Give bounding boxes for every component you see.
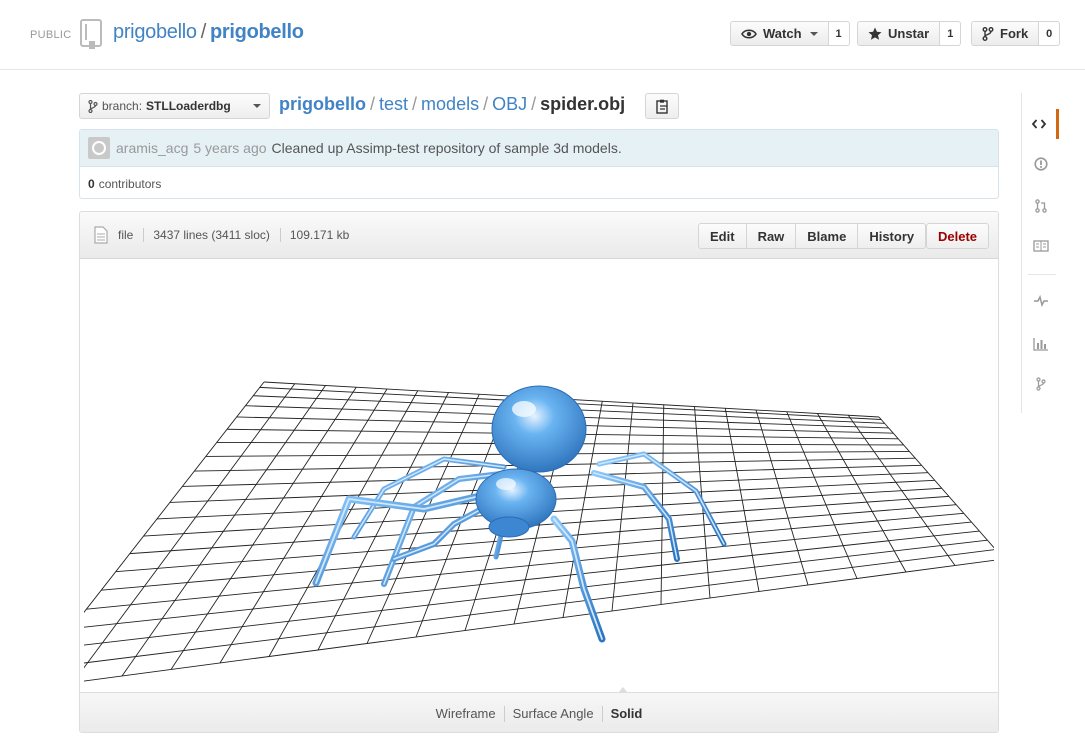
contributors-row: 0 contributors — [80, 167, 998, 200]
breadcrumb-separator: / — [412, 94, 418, 114]
repo-title: prigobello / prigobello — [113, 21, 304, 44]
watch-label: Watch — [763, 26, 802, 41]
nav-network[interactable] — [1022, 369, 1059, 399]
file-header: file 3437 lines (3411 sloc) 109.171 kb E… — [80, 212, 998, 259]
info-divider — [279, 228, 281, 242]
wiki-icon — [1032, 240, 1049, 252]
contributors-label[interactable]: contributors — [99, 177, 162, 191]
watch-count[interactable]: 1 — [828, 21, 850, 46]
nav-pulse[interactable] — [1022, 286, 1059, 316]
octocat-icon — [92, 141, 106, 155]
clipboard-icon — [655, 99, 668, 114]
mode-solid[interactable]: Solid — [603, 706, 651, 721]
grid-line — [86, 521, 972, 610]
watch-button[interactable]: Watch — [730, 21, 829, 46]
grid-line — [84, 549, 994, 664]
spider-body — [475, 385, 587, 538]
breadcrumb-test-link[interactable]: test — [379, 94, 408, 114]
active-mode-indicator — [618, 687, 628, 693]
pulse-icon — [1033, 295, 1048, 307]
edit-button[interactable]: Edit — [698, 223, 747, 249]
repo-nav — [1021, 93, 1059, 413]
fork-count[interactable]: 0 — [1039, 21, 1061, 46]
code-icon — [1032, 119, 1046, 129]
nav-code[interactable] — [1022, 109, 1059, 139]
chevron-down-icon — [809, 31, 818, 36]
file-actions: Edit Raw Blame History — [698, 223, 927, 249]
breadcrumb-separator: / — [370, 94, 376, 114]
branch-icon — [88, 99, 98, 113]
avatar[interactable] — [88, 137, 110, 159]
nav-issues[interactable] — [1022, 149, 1059, 179]
network-icon — [1035, 377, 1046, 391]
file-box: file 3437 lines (3411 sloc) 109.171 kb E… — [79, 211, 999, 733]
repo-icon — [80, 19, 102, 49]
nav-wiki[interactable] — [1022, 231, 1059, 261]
mode-surface-angle[interactable]: Surface Angle — [505, 706, 602, 721]
pull-requests-icon — [1034, 199, 1047, 213]
history-button[interactable]: History — [858, 223, 927, 249]
latest-commit-box: aramis_acg 5 years ago Cleaned up Assimp… — [79, 129, 999, 199]
breadcrumb-separator: / — [531, 94, 537, 114]
view-mode-bar: Wireframe Surface Angle Solid — [80, 687, 998, 732]
breadcrumb-obj-link[interactable]: OBJ — [492, 94, 527, 114]
grid-line — [878, 416, 994, 549]
title-separator: / — [200, 21, 207, 43]
raw-button[interactable]: Raw — [746, 223, 797, 249]
commit-summary: aramis_acg 5 years ago Cleaned up Assimp… — [80, 130, 998, 167]
grid-line — [121, 385, 326, 677]
breadcrumb-separator: / — [483, 94, 489, 114]
branch-name: STLLoaderdbg — [146, 99, 231, 113]
breadcrumb-root-link[interactable]: prigobello — [279, 94, 366, 114]
nav-pull-requests[interactable] — [1022, 191, 1059, 221]
commit-author-link[interactable]: aramis_acg — [116, 140, 188, 156]
commit-message-link[interactable]: Cleaned up Assimp-test repository of sam… — [272, 140, 622, 156]
fork-button[interactable]: Fork — [971, 21, 1040, 46]
watch-group: Watch 1 — [730, 21, 850, 46]
repo-header: PUBLIC prigobello / prigobello Watch 1 Uns… — [0, 0, 1085, 70]
unstar-button[interactable]: Unstar — [857, 21, 941, 46]
file-size: 109.171 kb — [289, 228, 350, 242]
breadcrumb-current-file: spider.obj — [540, 94, 626, 114]
file-icon — [94, 226, 108, 244]
star-icon — [868, 27, 882, 40]
commit-time: 5 years ago — [193, 140, 267, 156]
grid-line — [84, 381, 265, 613]
issues-icon — [1033, 157, 1048, 171]
repo-owner-link[interactable]: prigobello — [113, 21, 197, 43]
grid-line — [84, 539, 988, 646]
blame-button[interactable]: Blame — [796, 223, 859, 249]
star-count[interactable]: 1 — [940, 21, 962, 46]
fork-label: Fork — [1000, 26, 1029, 41]
branch-prefix: branch: — [102, 99, 143, 113]
breadcrumb-models-link[interactable]: models — [421, 94, 479, 114]
repo-name-link[interactable]: prigobello — [210, 21, 304, 43]
chevron-down-icon — [253, 104, 261, 108]
file-type: file — [118, 228, 134, 242]
3d-model-viewer[interactable] — [84, 259, 994, 691]
nav-graphs[interactable] — [1022, 329, 1059, 359]
delete-button[interactable]: Delete — [926, 223, 990, 249]
file-lines: 3437 lines (3411 sloc) — [153, 228, 270, 242]
3d-scene[interactable] — [84, 259, 994, 691]
copy-path-button[interactable] — [645, 93, 679, 119]
star-group: Unstar 1 — [857, 21, 962, 46]
visibility-label: PUBLIC — [30, 29, 72, 41]
contributors-count: 0 — [88, 176, 95, 191]
info-divider — [143, 228, 145, 242]
branch-select-button[interactable]: branch: STLLoaderdbg — [79, 93, 270, 119]
graphs-icon — [1032, 338, 1048, 351]
nav-divider — [1028, 274, 1056, 275]
fork-group: Fork 0 — [971, 21, 1061, 46]
unstar-label: Unstar — [888, 26, 930, 41]
mode-wireframe[interactable]: Wireframe — [428, 706, 504, 721]
fork-icon — [982, 26, 994, 41]
eye-icon — [741, 28, 757, 39]
breadcrumb: prigobello / test / models / OBJ / spider.obj — [279, 94, 625, 115]
